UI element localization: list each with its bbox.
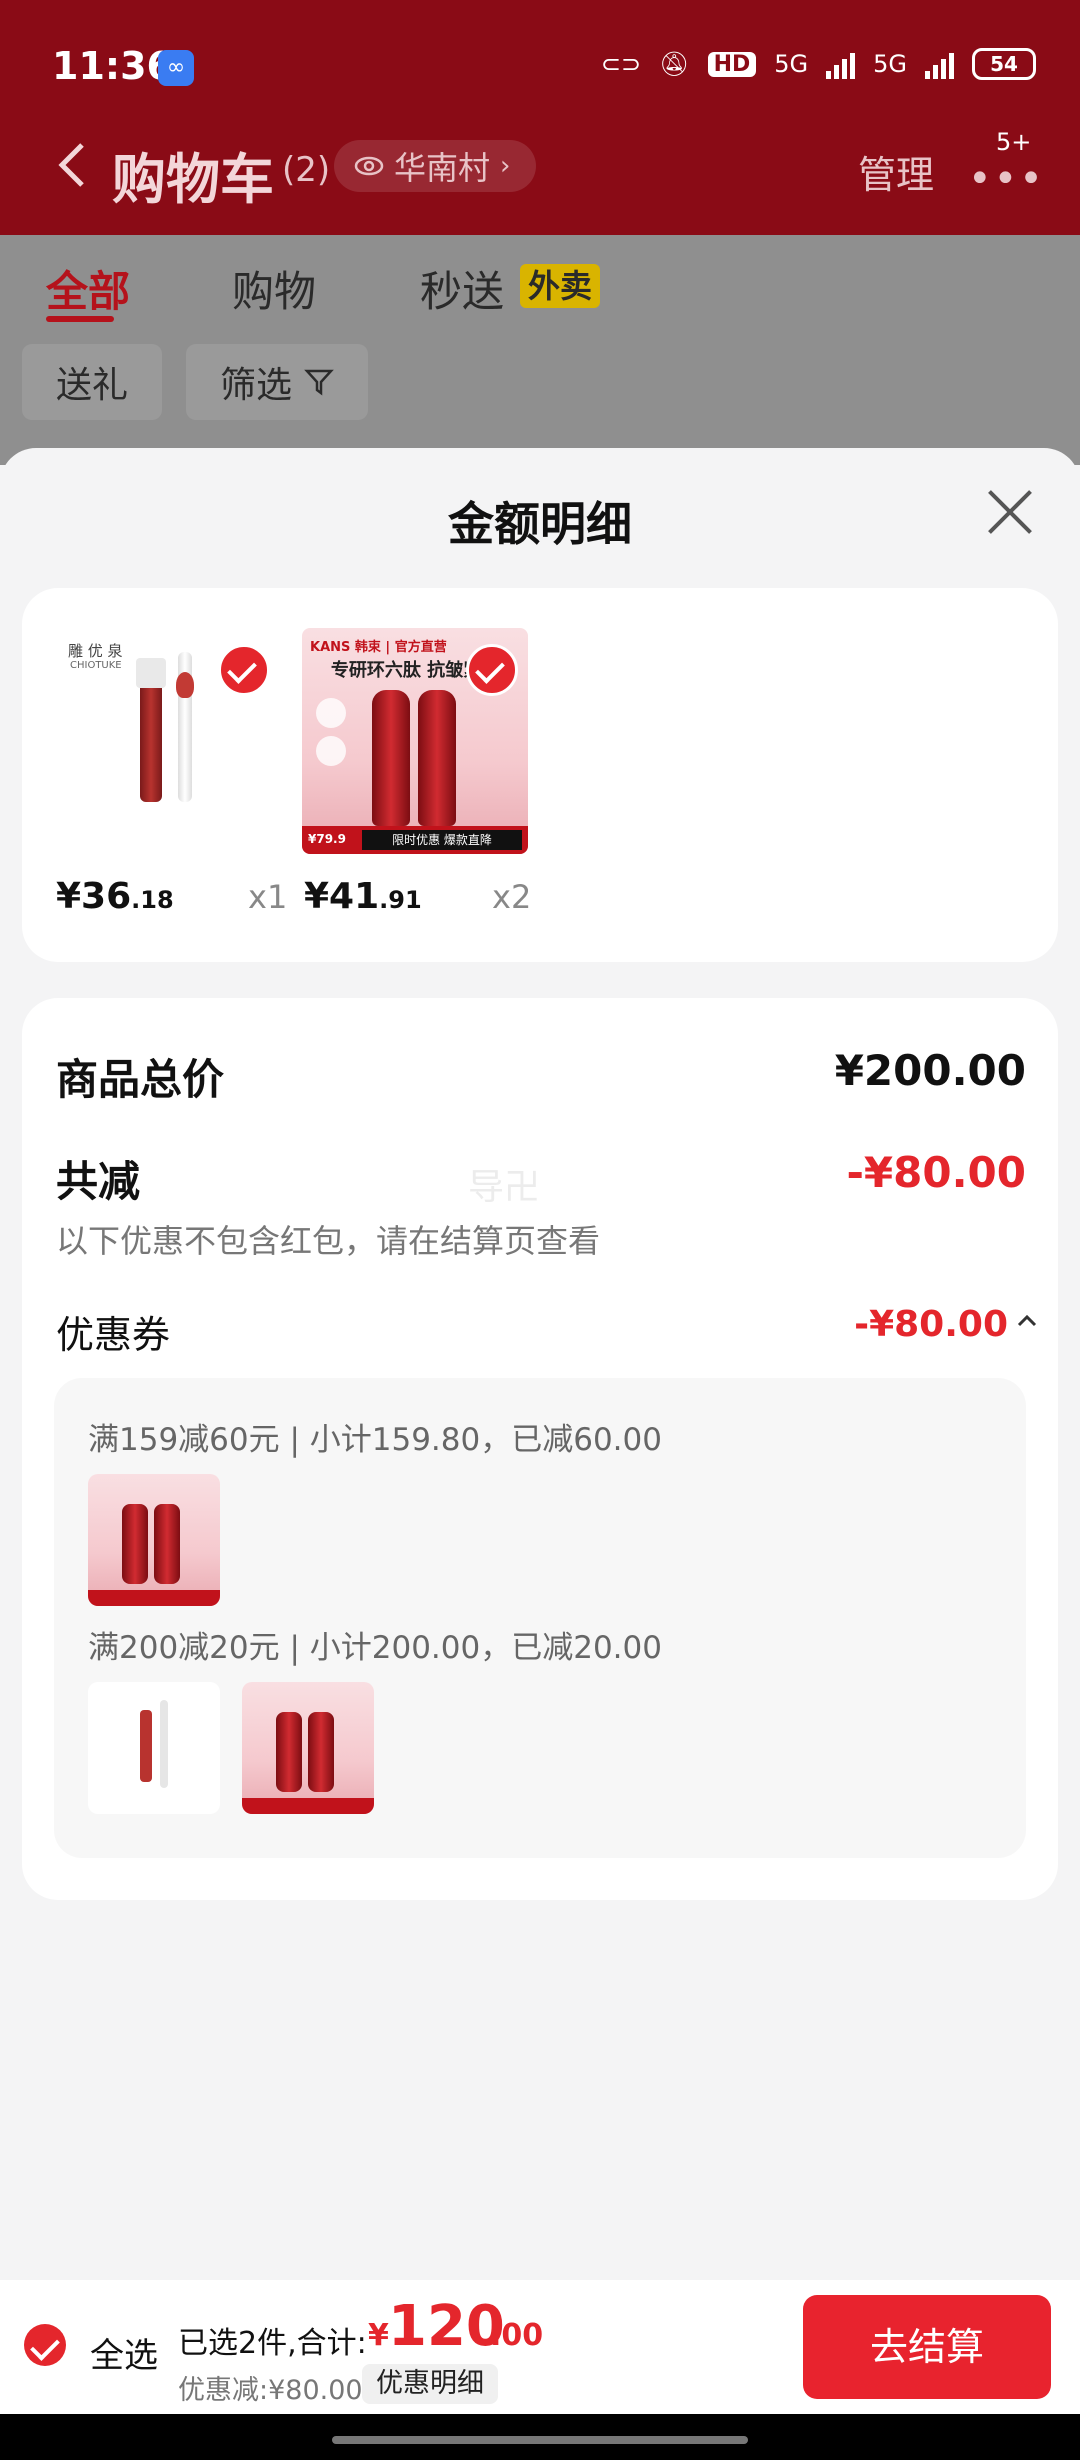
sheet-title: 金额明细: [448, 497, 632, 551]
discount-summary: 优惠减:¥80.00: [178, 2375, 363, 2406]
product-1-price: ¥36.18: [56, 876, 174, 917]
product-2-price: ¥41.91: [304, 876, 422, 917]
status-time: 11:36: [52, 44, 173, 88]
close-icon[interactable]: [985, 487, 1035, 537]
mini-banner: [88, 1590, 220, 1606]
hd-icon: HD: [707, 51, 757, 77]
coupon-rule-1-kans-thumb: [88, 1474, 220, 1606]
gift-chip-label: 送礼: [56, 365, 129, 406]
mini-lip-tube: [140, 1710, 152, 1782]
chevron-up-icon[interactable]: [1014, 1308, 1040, 1338]
coupon-label: 优惠券: [56, 1313, 171, 1357]
total-integer: 120: [388, 2294, 505, 2359]
back-button[interactable]: [52, 135, 88, 205]
tab-all[interactable]: 全部: [46, 258, 130, 319]
tab-shopping[interactable]: 购物: [232, 258, 316, 319]
chevron-left-icon: [58, 143, 84, 187]
net-label-2: 5G: [873, 50, 907, 78]
product-2-price-dec: .91: [379, 886, 422, 914]
coupon-value[interactable]: -¥80.00: [854, 1304, 1008, 1345]
cart-count: (2): [282, 150, 331, 190]
mute-icon: 🔕︎: [659, 50, 690, 78]
manage-button[interactable]: 管理: [858, 144, 934, 199]
kans-badge-price: ¥79.9: [308, 832, 346, 846]
mini-bottle-4: [308, 1712, 334, 1792]
brand-text: 雕 优 泉: [68, 642, 123, 660]
total-currency: ¥: [368, 2318, 389, 2353]
product-1-price-dec: .18: [131, 886, 174, 914]
selected-summary: 已选2件,合计:: [178, 2326, 367, 2361]
filter-chip-label: 筛选: [220, 365, 293, 406]
coupon-rule-2-lipgloss-thumb: [88, 1682, 220, 1814]
status-bar: 11:36 ∞ ⊂⊃ 🔕︎ HD 5G 5G 54: [0, 0, 1080, 135]
total-label: 商品总价: [56, 1055, 225, 1104]
product-1-price-main: ¥36: [56, 876, 132, 917]
page-title: 购物车: [112, 148, 274, 211]
more-icon[interactable]: •••: [968, 156, 1045, 202]
brand-en-text: CHIOTUKE: [70, 660, 122, 671]
product-1-qty: x1: [248, 878, 288, 916]
discount-value: -¥80.00: [846, 1148, 1026, 1197]
product-2-price-main: ¥41: [304, 876, 380, 917]
watermark: 导卍: [468, 1167, 541, 1208]
kans-brand-text: KANS 韩束 | 官方直营: [310, 640, 447, 655]
discount-detail-button[interactable]: 优惠明细: [362, 2364, 498, 2404]
select-all-label[interactable]: 全选: [90, 2328, 158, 2377]
lipgloss-cap: [136, 658, 166, 688]
select-all-check-icon[interactable]: [24, 2324, 66, 2366]
battery-icon: 54: [972, 48, 1036, 80]
mini-lip-wand: [160, 1700, 168, 1788]
total-decimal: .00: [490, 2318, 544, 2353]
kans-banner-text: 限时优惠 爆款直降: [362, 830, 522, 850]
mini-bottle-1: [122, 1504, 148, 1584]
status-icons: ⊂⊃ 🔕︎ HD 5G 5G 54: [601, 48, 1036, 80]
tab-underline: [46, 316, 114, 322]
signal-icon: [826, 49, 856, 79]
coupon-rule-1: 满159减60元 | 小计159.80，已减60.00: [88, 1422, 662, 1458]
more-badge: 5+: [996, 128, 1032, 156]
coupon-rule-2-kans-thumb: [242, 1682, 374, 1814]
mini-banner-2: [242, 1798, 374, 1814]
home-indicator[interactable]: [332, 2436, 748, 2444]
discount-label: 共减: [56, 1157, 141, 1206]
coupon-rule-2: 满200减20元 | 小计200.00，已减20.00: [88, 1630, 662, 1666]
kans-award-badge: [316, 698, 346, 728]
location-label: 华南村: [394, 149, 491, 187]
total-value: ¥200.00: [834, 1046, 1026, 1095]
location-pill[interactable]: 华南村 ›: [334, 140, 537, 192]
tab-instant[interactable]: 秒送: [420, 258, 504, 319]
chevron-right-icon: ›: [500, 151, 511, 181]
lipgloss-tip: [176, 672, 194, 698]
net-label-1: 5G: [774, 50, 809, 78]
kans-bottle-2: [418, 690, 456, 826]
lipgloss-tube: [140, 682, 162, 802]
gift-chip[interactable]: 送礼: [22, 344, 163, 420]
mini-bottle-2: [154, 1504, 180, 1584]
link-status-icon: ⊂⊃: [600, 50, 642, 78]
product-1-check-icon[interactable]: [218, 644, 270, 696]
eye-icon: [354, 156, 384, 176]
checkout-button[interactable]: 去结算: [803, 2295, 1051, 2399]
discount-note: 以下优惠不包含红包，请在结算页查看: [56, 1222, 601, 1260]
product-2-check-icon[interactable]: [466, 644, 518, 696]
kans-award-badge-2: [316, 736, 346, 766]
filter-icon: [304, 369, 334, 396]
kans-bottle-1: [372, 690, 410, 826]
product-2-qty: x2: [492, 878, 532, 916]
link-icon: ∞: [158, 50, 194, 86]
mini-bottle-3: [276, 1712, 302, 1792]
waimai-badge: 外卖: [520, 264, 601, 308]
filter-chip[interactable]: 筛选: [186, 344, 369, 420]
signal-icon-2: [925, 49, 954, 79]
